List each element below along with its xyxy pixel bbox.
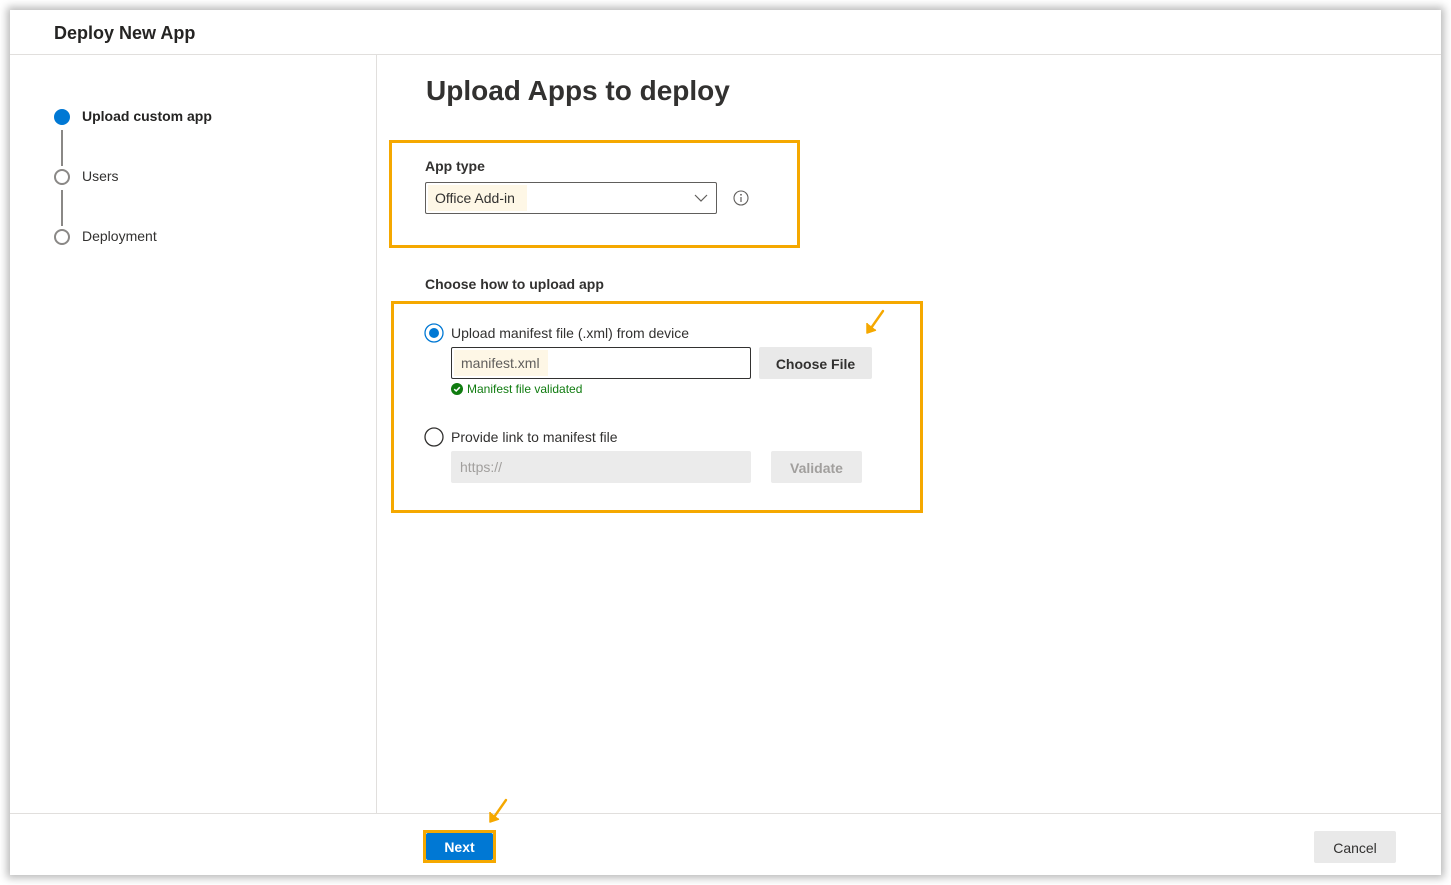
manifest-file-value: manifest.xml <box>454 350 548 376</box>
validate-button[interactable]: Validate <box>771 451 862 483</box>
step-current-dot-icon <box>54 109 70 125</box>
manifest-file-input[interactable]: manifest.xml <box>451 347 751 379</box>
deploy-new-app-dialog: Deploy New App Upload custom app Users D… <box>10 10 1441 875</box>
step-pending-dot-icon <box>54 229 70 245</box>
upload-from-device-label[interactable]: Upload manifest file (.xml) from device <box>451 325 689 341</box>
dialog-title: Deploy New App <box>54 23 196 43</box>
validation-status-text: Manifest file validated <box>467 382 583 396</box>
check-circle-icon <box>451 383 463 395</box>
radio-provide-link[interactable] <box>424 427 444 447</box>
upload-method-label: Choose how to upload app <box>425 276 604 292</box>
info-icon[interactable] <box>733 190 749 206</box>
provide-link-label[interactable]: Provide link to manifest file <box>451 429 618 445</box>
wizard-steps: Upload custom app Users Deployment <box>10 55 377 813</box>
page-title: Upload Apps to deploy <box>426 75 730 106</box>
step-pending-dot-icon <box>54 169 70 185</box>
annotation-arrow-icon <box>489 798 508 823</box>
step-connector <box>61 130 63 166</box>
manifest-url-placeholder: https:// <box>460 459 503 475</box>
step-connector <box>61 190 63 226</box>
app-type-selected-value: Office Add-in <box>428 185 527 211</box>
step-label: Users <box>82 168 119 184</box>
choose-file-button[interactable]: Choose File <box>759 347 872 379</box>
app-type-dropdown[interactable]: Office Add-in <box>425 182 717 214</box>
radio-upload-from-device[interactable] <box>424 323 444 343</box>
manifest-url-input[interactable]: https:// <box>451 451 751 483</box>
main-content: Upload Apps to deploy App type Office Ad… <box>377 55 1441 813</box>
step-label: Upload custom app <box>82 108 212 124</box>
step-label: Deployment <box>82 228 157 244</box>
dialog-footer: Next Cancel <box>10 813 1441 876</box>
chevron-down-icon <box>694 194 708 202</box>
annotation-arrow-icon <box>866 309 885 334</box>
cancel-button[interactable]: Cancel <box>1314 831 1396 863</box>
app-type-label: App type <box>425 158 485 174</box>
next-button[interactable]: Next <box>426 833 493 860</box>
dialog-header: Deploy New App <box>10 10 1441 55</box>
